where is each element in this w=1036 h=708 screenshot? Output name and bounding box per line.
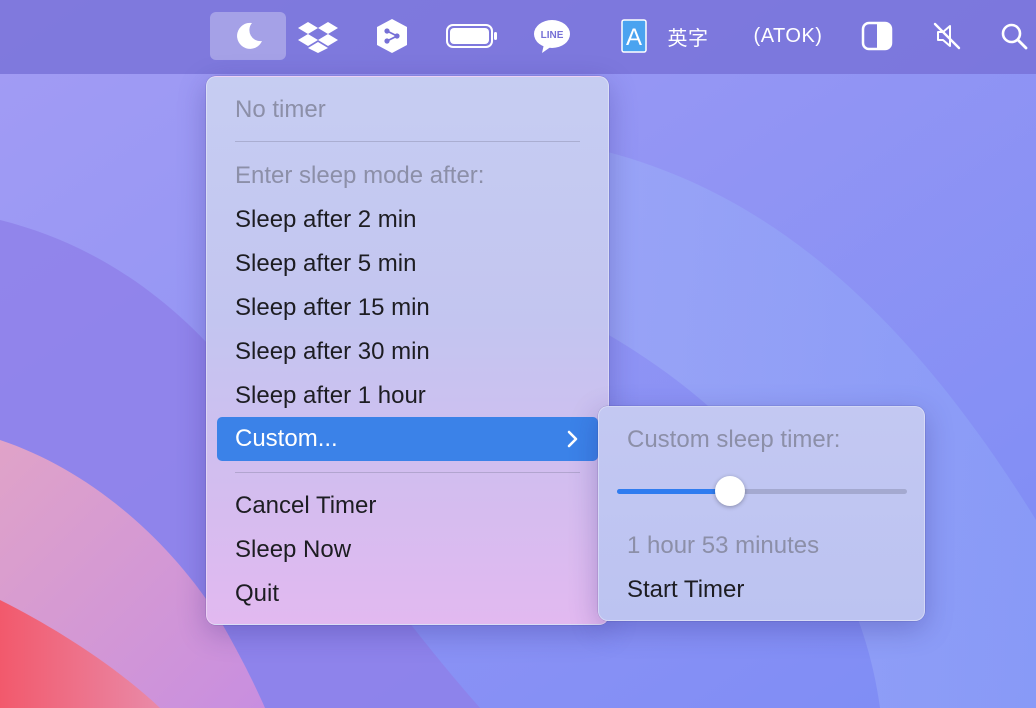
quit-item[interactable]: Quit: [235, 572, 279, 616]
sleep-timer-menu: No timer Enter sleep mode after: Sleep a…: [206, 76, 609, 625]
sleep-after-1-hour-item[interactable]: Sleep after 1 hour: [235, 374, 426, 418]
chevron-right-icon: [567, 430, 578, 448]
mute-icon: [933, 22, 961, 50]
spotlight-menu-extra[interactable]: [996, 12, 1032, 60]
duration-readout: 1 hour 53 minutes: [627, 532, 820, 559]
display-contrast-icon: [861, 21, 893, 51]
sleep-after-5-min-item[interactable]: Sleep after 5 min: [235, 242, 416, 286]
battery-icon: [446, 24, 497, 48]
input-mode-text: 英字: [667, 27, 709, 50]
display-menu-extra[interactable]: [858, 12, 896, 60]
sleep-after-2-min-item[interactable]: Sleep after 2 min: [235, 198, 416, 242]
battery-menu-extra[interactable]: [444, 12, 500, 60]
ime-name-label[interactable]: (ATOK): [744, 12, 832, 60]
input-method-icon: A: [621, 19, 647, 53]
slider-fill: [617, 489, 731, 494]
sleep-now-item[interactable]: Sleep Now: [235, 528, 351, 572]
share-app-icon: [377, 19, 407, 53]
sleep-timer-menu-extra[interactable]: [210, 12, 286, 60]
menu-bar: LINE A 英字 (ATOK): [0, 0, 1036, 74]
sleep-after-30-min-item[interactable]: Sleep after 30 min: [235, 330, 430, 374]
line-app-icon: LINE: [534, 20, 570, 53]
input-mode-label[interactable]: 英字: [664, 12, 712, 60]
sleep-after-15-min-item[interactable]: Sleep after 15 min: [235, 286, 430, 330]
moon-icon: [237, 22, 262, 49]
line-menu-extra[interactable]: LINE: [530, 12, 574, 60]
custom-menu-item[interactable]: Custom...: [217, 417, 598, 461]
custom-timer-submenu: Custom sleep timer: 1 hour 53 minutes St…: [598, 406, 925, 621]
slider-knob[interactable]: [715, 476, 746, 506]
share-menu-extra[interactable]: [372, 12, 412, 60]
dropbox-menu-extra[interactable]: [296, 12, 340, 60]
input-method-menu-extra[interactable]: A: [620, 12, 648, 60]
duration-slider[interactable]: [617, 475, 907, 507]
menu-separator: [235, 141, 580, 142]
svg-text:A: A: [626, 24, 642, 51]
timer-status: No timer: [235, 96, 326, 123]
start-timer-item[interactable]: Start Timer: [627, 568, 744, 612]
volume-menu-extra[interactable]: [928, 12, 966, 60]
custom-timer-header: Custom sleep timer:: [627, 426, 841, 453]
menu-separator: [235, 472, 580, 473]
custom-menu-label: Custom...: [235, 425, 338, 452]
svg-text:LINE: LINE: [541, 30, 564, 41]
cancel-timer-item[interactable]: Cancel Timer: [235, 484, 376, 528]
dropbox-icon: [298, 22, 338, 53]
sleep-section-header: Enter sleep mode after:: [235, 162, 485, 189]
ime-name-text: (ATOK): [753, 24, 823, 47]
search-icon: [1001, 23, 1028, 50]
